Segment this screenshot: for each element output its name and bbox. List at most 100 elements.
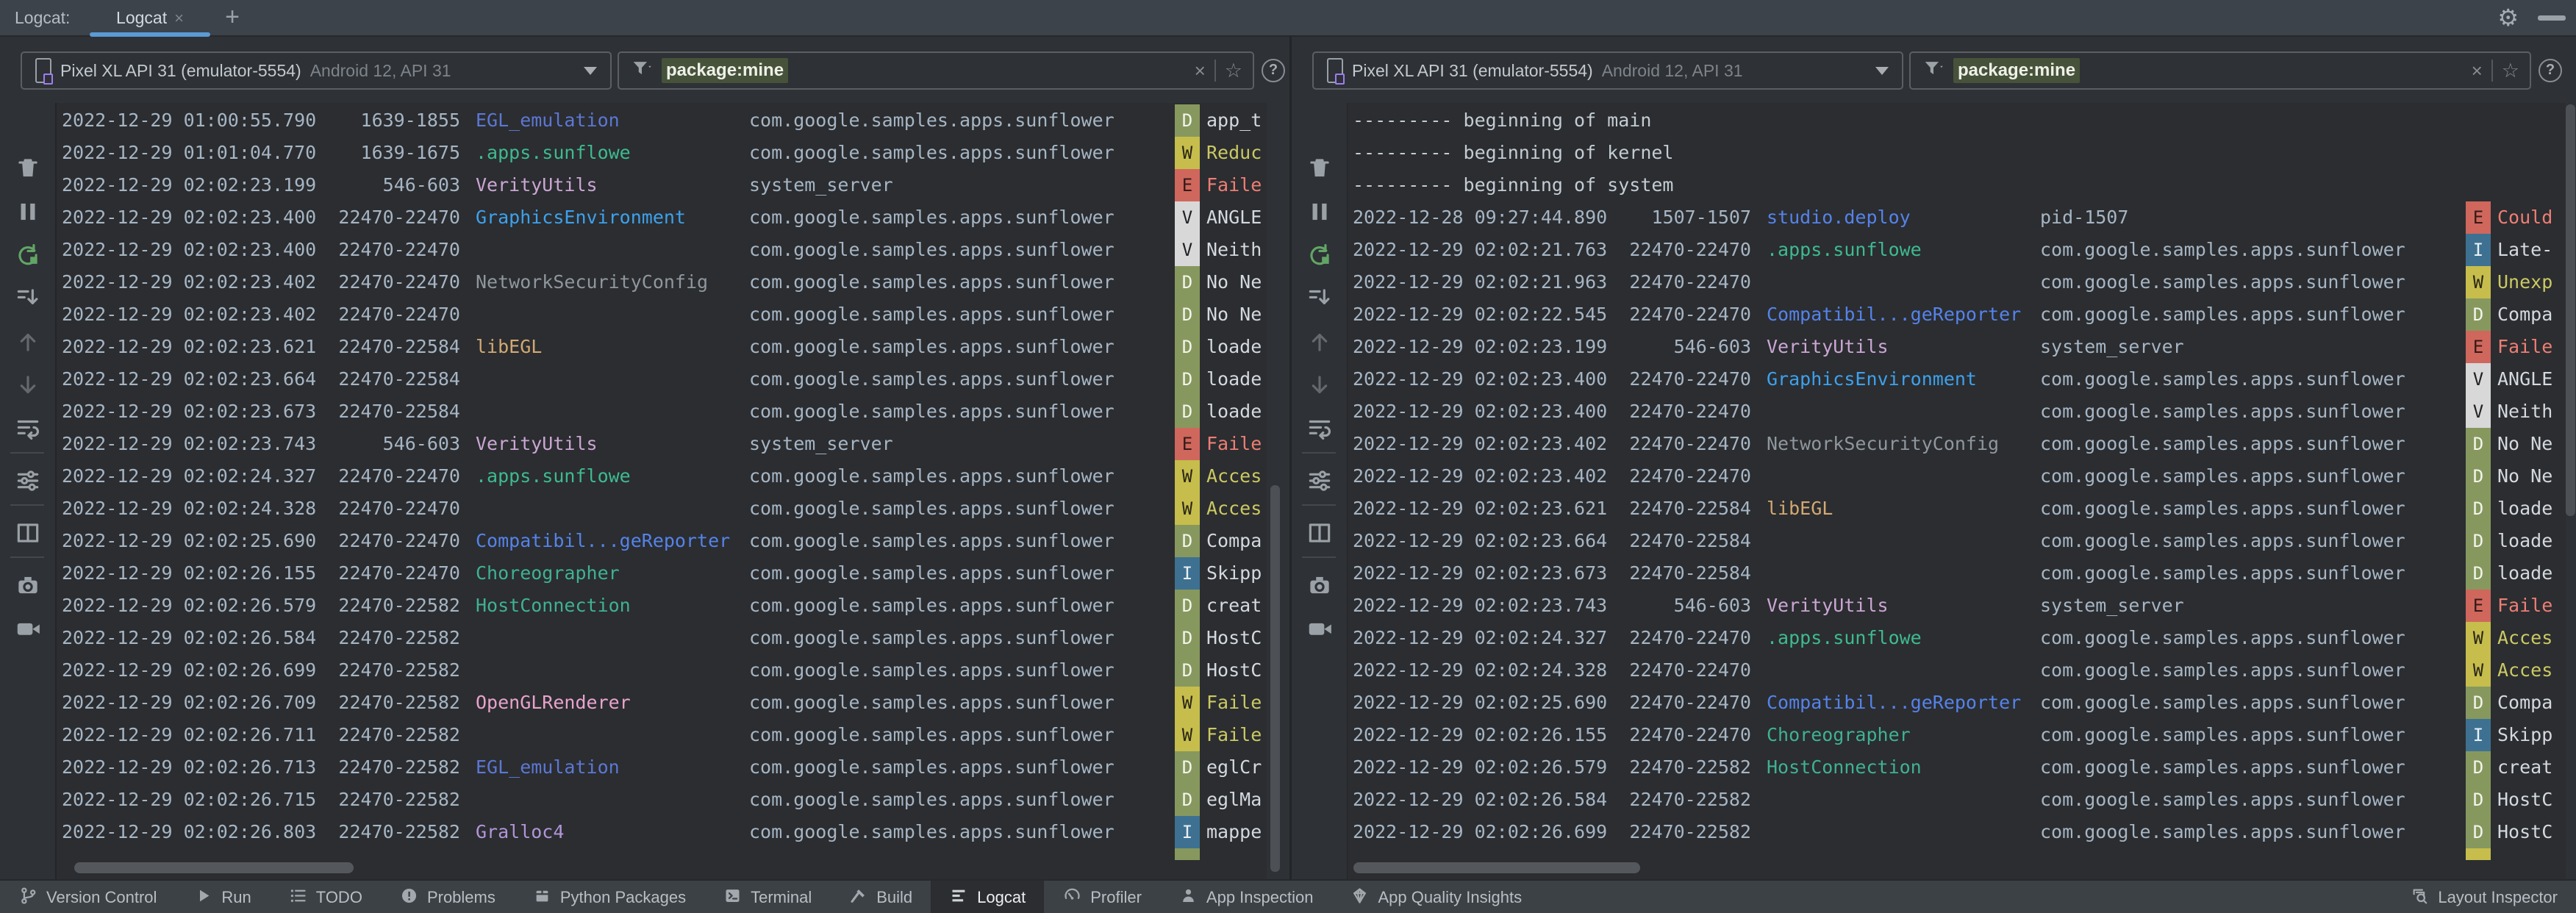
favorite-filter-icon[interactable]: ☆ — [1225, 60, 1242, 82]
log-row[interactable]: 2022-12-29 02:02:26.155 22470-22470 Choreo… — [57, 557, 1267, 590]
log-row[interactable]: 2022-12-29 02:02:24.328 22470-22470 com.go… — [1348, 654, 2566, 687]
log-row[interactable]: 2022-12-29 02:02:26.579 22470-22582 HostCo… — [57, 590, 1267, 622]
previous-occurrence-icon[interactable] — [1306, 328, 1334, 356]
log-row[interactable]: 2022-12-29 02:02:23.400 22470-22470 com.go… — [57, 234, 1267, 266]
log-row[interactable]: 2022-12-29 02:02:23.621 22470-22584 libEGL… — [57, 331, 1267, 363]
next-occurrence-icon[interactable] — [14, 371, 42, 399]
statusbar-item-build[interactable]: Build — [830, 881, 931, 913]
vertical-scrollbar[interactable] — [2566, 104, 2575, 516]
log-row[interactable]: 2022-12-29 02:02:26.711 22470-22582 com.go… — [57, 719, 1267, 751]
configure-logcat-icon[interactable] — [14, 467, 42, 495]
horizontal-scrollbar[interactable] — [74, 862, 354, 873]
log-row[interactable]: 2022-12-29 02:02:23.673 22470-22584 com.go… — [57, 395, 1267, 428]
log-row[interactable]: 2022-12-29 02:02:23.402 22470-22470 com.go… — [57, 298, 1267, 331]
log-row[interactable]: 2022-12-29 02:02:26.713 22470-22582 EGL_em… — [57, 751, 1267, 784]
log-row[interactable]: 2022-12-29 02:02:23.400 22470-22470 com.go… — [1348, 395, 2566, 428]
scroll-to-end-icon[interactable] — [14, 284, 42, 312]
restart-logcat-icon[interactable] — [14, 241, 42, 269]
clear-logcat-icon[interactable] — [1306, 154, 1334, 182]
log-row[interactable]: 2022-12-29 02:02:23.402 22470-22470 Networ… — [57, 266, 1267, 298]
gear-icon[interactable]: ⚙ — [2497, 0, 2519, 35]
previous-occurrence-icon[interactable] — [14, 328, 42, 356]
screenshot-icon[interactable] — [1306, 571, 1334, 599]
statusbar-item-run[interactable]: Run — [175, 881, 269, 913]
next-occurrence-icon[interactable] — [1306, 371, 1334, 399]
vertical-scrollbar[interactable] — [1270, 485, 1280, 872]
log-row[interactable]: --------- beginning of kernel — [1348, 137, 2566, 169]
log-row[interactable]: 2022-12-29 02:02:23.402 22470-22470 com.go… — [1348, 460, 2566, 493]
log-row[interactable]: 2022-12-29 02:02:26.584 22470-22582 com.go… — [57, 622, 1267, 654]
statusbar-item-app-quality-insights[interactable]: App Quality Insights — [1331, 881, 1540, 913]
log-row[interactable]: 2022-12-29 01:00:55.790 1639-1855 EGL_emul… — [57, 104, 1267, 137]
statusbar-item-todo[interactable]: TODO — [270, 881, 381, 913]
pause-icon[interactable] — [1306, 198, 1334, 226]
log-row[interactable]: 2022-12-29 02:02:25.690 22470-22470 Compat… — [1348, 687, 2566, 719]
screenshot-icon[interactable] — [14, 571, 42, 599]
clear-filter-icon[interactable]: × — [1195, 60, 1206, 82]
soft-wrap-icon[interactable] — [14, 415, 42, 443]
statusbar-item-terminal[interactable]: Terminal — [704, 881, 830, 913]
new-tab-button[interactable]: + — [218, 0, 247, 34]
statusbar-item-layout-inspector[interactable]: Layout Inspector — [2391, 881, 2576, 913]
split-panels-icon[interactable] — [14, 519, 42, 547]
log-row[interactable]: --------- beginning of system — [1348, 169, 2566, 201]
log-row[interactable]: 2022-12-29 02:02:23.743 546-603 VerityUti… — [57, 428, 1267, 460]
restart-logcat-icon[interactable] — [1306, 241, 1334, 269]
log-view[interactable]: --------- beginning of main --------- beg… — [1348, 103, 2566, 879]
filter-funnel-icon[interactable] — [629, 57, 654, 85]
log-row[interactable]: 2022-12-29 02:02:25.690 22470-22470 Compat… — [57, 525, 1267, 557]
log-row[interactable]: 2022-12-29 02:02:26.803 22470-22582 Grallo… — [57, 816, 1267, 848]
log-row[interactable]: 2022-12-29 02:02:26.584 22470-22582 com.go… — [1348, 784, 2566, 816]
statusbar-item-version-control[interactable]: Version Control — [0, 881, 175, 913]
log-row[interactable]: 2022-12-29 02:02:26.579 22470-22582 HostCo… — [1348, 751, 2566, 784]
filter-query[interactable]: package:mine — [1953, 58, 2081, 83]
statusbar-item-python-packages[interactable]: Python Packages — [514, 881, 704, 913]
filter-field[interactable]: package:mine × ☆ — [618, 51, 1254, 90]
log-row[interactable]: 2022-12-29 02:02:21.963 22470-22470 com.go… — [1348, 266, 2566, 298]
filter-funnel-icon[interactable] — [1921, 57, 1946, 85]
screen-record-icon[interactable] — [14, 615, 42, 642]
log-row[interactable]: 2022-12-29 02:02:23.673 22470-22584 com.go… — [1348, 557, 2566, 590]
log-row[interactable]: 2022-12-29 02:02:23.664 22470-22584 com.go… — [57, 363, 1267, 395]
log-row[interactable]: 2022-12-29 02:02:23.199 546-603 VerityUti… — [1348, 331, 2566, 363]
filter-field[interactable]: package:mine × ☆ — [1909, 51, 2531, 90]
log-row[interactable]: 2022-12-29 02:02:23.199 546-603 VerityUti… — [57, 169, 1267, 201]
log-row[interactable]: 2022-12-29 02:02:23.400 22470-22470 Graphi… — [57, 201, 1267, 234]
scroll-to-end-icon[interactable] — [1306, 284, 1334, 312]
hide-tool-window-icon[interactable] — [2538, 15, 2566, 21]
log-row[interactable]: 2022-12-29 01:01:04.770 1639-1675 .apps.su… — [57, 137, 1267, 169]
log-row[interactable]: 2022-12-29 02:02:23.402 22470-22470 Networ… — [1348, 428, 2566, 460]
log-row[interactable]: 2022-12-29 02:02:23.743 546-603 VerityUti… — [1348, 590, 2566, 622]
log-row[interactable]: 2022-12-29 02:02:21.763 22470-22470 .apps.… — [1348, 234, 2566, 266]
help-icon[interactable]: ? — [1262, 59, 1285, 82]
log-row[interactable]: 2022-12-29 02:02:24.327 22470-22470 .apps.… — [1348, 622, 2566, 654]
log-row[interactable]: 2022-12-29 02:02:22.545 22470-22470 Compat… — [1348, 298, 2566, 331]
filter-query[interactable]: package:mine — [662, 58, 789, 83]
log-row[interactable]: 2022-12-29 02:02:26.699 22470-22582 com.go… — [1348, 816, 2566, 848]
screen-record-icon[interactable] — [1306, 615, 1334, 642]
log-row[interactable]: 2022-12-29 02:02:26.715 22470-22582 com.go… — [57, 784, 1267, 816]
device-selector[interactable]: Pixel XL API 31 (emulator-5554) Android … — [21, 51, 612, 90]
log-row[interactable]: --------- beginning of main — [1348, 104, 2566, 137]
log-row[interactable]: 2022-12-29 02:02:24.328 22470-22470 com.go… — [57, 493, 1267, 525]
log-row[interactable]: 2022-12-28 09:27:44.890 1507-1507 studio.d… — [1348, 201, 2566, 234]
log-row[interactable]: 2022-12-29 02:02:23.400 22470-22470 Graphi… — [1348, 363, 2566, 395]
tab-close-icon[interactable]: × — [174, 9, 184, 27]
log-row[interactable]: 2022-12-29 02:02:26.709 22470-22582 OpenGL… — [57, 687, 1267, 719]
clear-filter-icon[interactable]: × — [2472, 60, 2483, 82]
soft-wrap-icon[interactable] — [1306, 415, 1334, 443]
statusbar-item-app-inspection[interactable]: App Inspection — [1160, 881, 1332, 913]
log-view[interactable]: 2022-12-29 01:00:55.790 1639-1855 EGL_emul… — [57, 103, 1267, 879]
tab-logcat[interactable]: Logcat × — [88, 0, 212, 37]
log-row[interactable]: 2022-12-29 02:02:23.664 22470-22584 com.go… — [1348, 525, 2566, 557]
log-row[interactable]: 2022-12-29 02:02:24.327 22470-22470 .apps.… — [57, 460, 1267, 493]
device-selector[interactable]: Pixel XL API 31 (emulator-5554) Android … — [1312, 51, 1903, 90]
configure-logcat-icon[interactable] — [1306, 467, 1334, 495]
help-icon[interactable]: ? — [2539, 59, 2562, 82]
horizontal-scrollbar[interactable] — [1353, 862, 1640, 873]
log-row[interactable]: 2022-12-29 02:02:26.155 22470-22470 Choreo… — [1348, 719, 2566, 751]
clear-logcat-icon[interactable] — [14, 154, 42, 182]
split-panels-icon[interactable] — [1306, 519, 1334, 547]
statusbar-item-problems[interactable]: Problems — [381, 881, 514, 913]
statusbar-item-profiler[interactable]: Profiler — [1044, 881, 1160, 913]
